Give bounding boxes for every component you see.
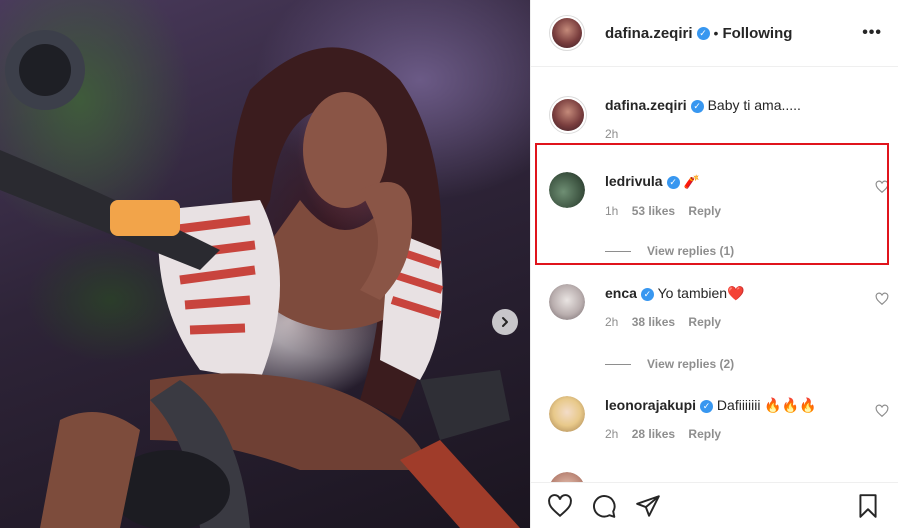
comment-body: enca ✓ Yo tambien❤️ 2h 38 likes Reply: [605, 284, 865, 329]
post-actions-bar: [531, 482, 898, 528]
comment-text: 🧨: [683, 174, 700, 189]
comment-item: enca ✓ Yo tambien❤️ 2h 38 likes Reply Vie…: [549, 284, 889, 374]
comment-item-partial: [549, 472, 889, 482]
comment-text: Dafiiiiiii 🔥🔥🔥: [716, 397, 817, 413]
comment-meta: 1h 53 likes Reply: [605, 204, 865, 218]
comment-item: leonorajakupi ✓ Dafiiiiiii 🔥🔥🔥 2h 28 like…: [549, 396, 889, 456]
comment-list[interactable]: dafina.zeqiri ✓ Baby ti ama..... 2h ledri…: [531, 68, 898, 482]
heart-icon[interactable]: [875, 180, 889, 194]
comment-time[interactable]: 1h: [605, 204, 618, 218]
next-photo-button[interactable]: [492, 309, 518, 335]
comment-username[interactable]: ledrivula: [605, 173, 663, 189]
comment-avatar[interactable]: [549, 172, 585, 208]
view-replies-label: View replies (2): [647, 357, 735, 371]
more-icon[interactable]: •••: [862, 24, 882, 42]
comment-body: leonorajakupi ✓ Dafiiiiiii 🔥🔥🔥 2h 28 like…: [605, 396, 865, 441]
photo-illustration: [0, 30, 520, 528]
comment-likes[interactable]: 38 likes: [632, 315, 675, 329]
reply-button[interactable]: Reply: [688, 427, 721, 441]
view-replies-button[interactable]: View replies (1): [605, 244, 734, 258]
comment-meta: 2h: [605, 127, 865, 141]
comment-item: ledrivula ✓ 🧨 1h 53 likes Reply View repl…: [549, 172, 889, 262]
author-avatar[interactable]: [549, 15, 585, 51]
comment-avatar[interactable]: [549, 396, 585, 432]
comment-meta: 2h 28 likes Reply: [605, 427, 865, 441]
chevron-right-icon: [502, 317, 508, 327]
verified-badge-icon: ✓: [640, 287, 654, 301]
share-icon[interactable]: [635, 493, 661, 519]
comment-likes[interactable]: 53 likes: [632, 204, 675, 218]
post-viewer: dafina.zeqiri ✓ • Following ••• dafina.z…: [0, 0, 898, 528]
comment-body: dafina.zeqiri ✓ Baby ti ama..... 2h: [605, 96, 865, 141]
verified-badge-icon: ✓: [690, 99, 704, 113]
heart-icon[interactable]: [875, 404, 889, 418]
view-replies-button[interactable]: View replies (2): [605, 357, 734, 371]
author-username[interactable]: dafina.zeqiri: [605, 25, 693, 42]
comment-body: ledrivula ✓ 🧨 1h 53 likes Reply: [605, 172, 865, 218]
heart-icon[interactable]: [547, 493, 573, 519]
separator-dot: •: [713, 25, 719, 41]
comments-panel: dafina.zeqiri ✓ • Following ••• dafina.z…: [530, 0, 898, 528]
verified-badge-icon: ✓: [700, 399, 714, 413]
comment-text: Yo tambien❤️: [657, 285, 745, 301]
comment-meta: 2h 38 likes Reply: [605, 315, 865, 329]
comment-time[interactable]: 2h: [605, 427, 618, 441]
verified-badge-icon: ✓: [696, 26, 710, 40]
comment-time[interactable]: 2h: [605, 127, 618, 141]
verified-badge-icon: ✓: [666, 175, 680, 189]
comment-username[interactable]: enca: [605, 285, 637, 301]
comment-text: Baby ti ama.....: [707, 97, 801, 113]
comment-username[interactable]: dafina.zeqiri: [605, 97, 687, 113]
comment-avatar[interactable]: [549, 96, 587, 134]
post-header: dafina.zeqiri ✓ • Following •••: [531, 0, 898, 67]
comment-time[interactable]: 2h: [605, 315, 618, 329]
reply-button[interactable]: Reply: [688, 204, 721, 218]
divider-dash: [605, 251, 631, 253]
comment-likes[interactable]: 28 likes: [632, 427, 675, 441]
comment-avatar[interactable]: [549, 284, 585, 320]
view-replies-label: View replies (1): [647, 244, 735, 258]
post-photo[interactable]: [0, 0, 530, 528]
divider-dash: [605, 364, 631, 366]
bookmark-icon[interactable]: [855, 493, 881, 519]
comment-avatar[interactable]: [549, 472, 585, 482]
heart-icon[interactable]: [875, 292, 889, 306]
comment-username[interactable]: leonorajakupi: [605, 397, 696, 413]
comment-icon[interactable]: [591, 493, 617, 519]
following-button[interactable]: Following: [722, 25, 792, 42]
reply-button[interactable]: Reply: [688, 315, 721, 329]
